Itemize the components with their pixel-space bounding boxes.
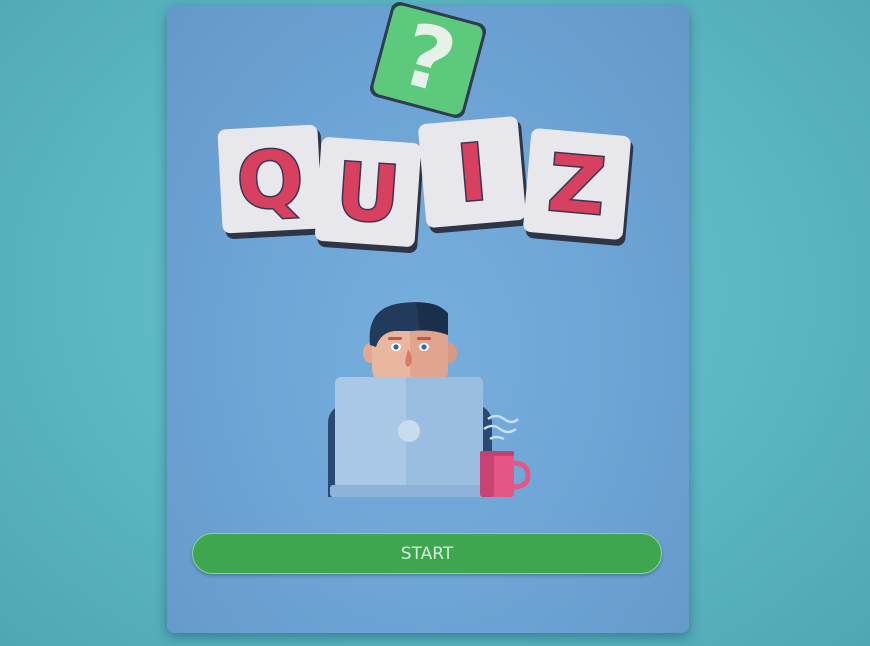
letter-tile-i: I bbox=[418, 116, 530, 234]
quiz-logo: ? Q U I Z bbox=[217, 2, 634, 254]
tile-letter-q: Q bbox=[235, 134, 306, 227]
letter-tile-q: Q bbox=[217, 124, 326, 239]
letter-tile-u: U bbox=[315, 137, 424, 254]
tile-letter-u: U bbox=[333, 147, 402, 241]
question-badge-icon: ? bbox=[370, 2, 486, 118]
tile-letter-z: Z bbox=[545, 139, 609, 234]
letter-tile-z: Z bbox=[523, 128, 634, 246]
person-laptop-illustration bbox=[328, 302, 531, 497]
start-button[interactable]: START bbox=[192, 533, 662, 574]
coffee-mug-icon bbox=[480, 451, 531, 497]
